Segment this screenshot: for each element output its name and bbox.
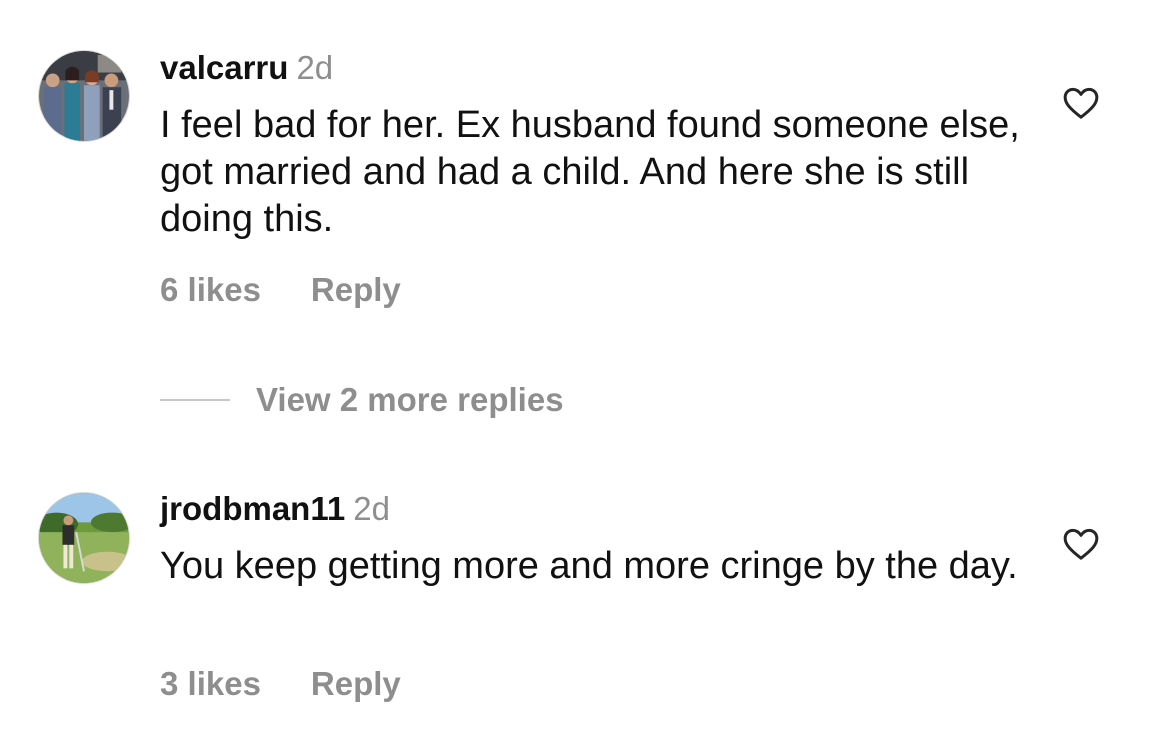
golf-course-photo-avatar-icon [39,493,129,583]
heart-outline-icon [1063,528,1099,560]
avatar[interactable] [38,492,130,584]
timestamp: 2d [353,490,390,527]
username[interactable]: jrodbman11 [160,490,345,527]
comment-meta: 3 likes Reply [160,664,401,704]
likes-count[interactable]: 3 likes [160,665,261,702]
like-button[interactable] [1061,524,1101,564]
comment-jrodbman11: jrodbman11 2d You keep getting more and m… [0,0,1170,735]
reply-button[interactable]: Reply [311,665,401,702]
comment-header: jrodbman11 2d [160,489,390,529]
comment-text: You keep getting more and more cringe by… [160,545,1018,587]
